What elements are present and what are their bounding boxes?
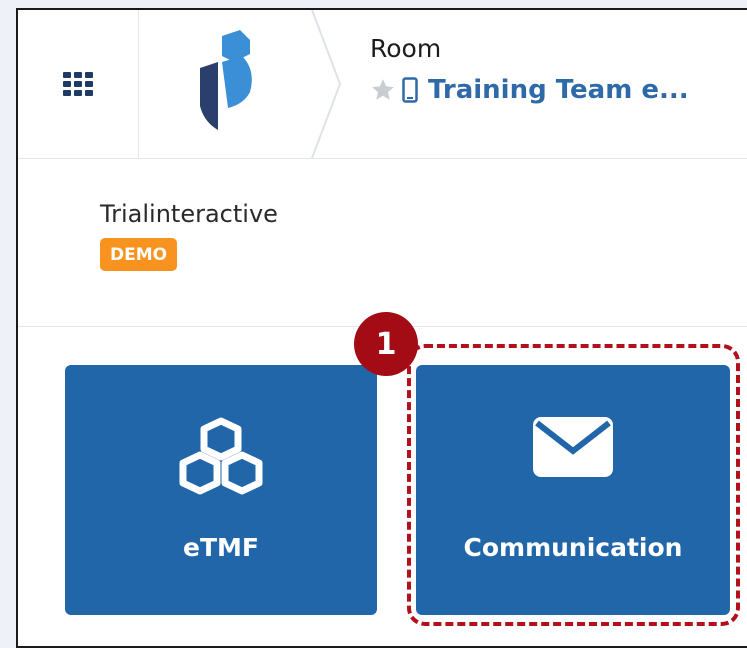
breadcrumb: Room Training Team e...: [370, 34, 689, 105]
trialinteractive-logo: [200, 30, 252, 130]
demo-badge: DEMO: [100, 238, 178, 271]
step-number-marker: 1: [354, 312, 418, 376]
apps-grid-icon: [63, 72, 93, 96]
top-header: Room Training Team e...: [18, 10, 747, 159]
apps-menu-button[interactable]: [18, 10, 139, 158]
breadcrumb-chevron-separator: [311, 10, 342, 158]
mobile-icon: [402, 77, 418, 103]
room-title-row: Training Team e...: [370, 75, 689, 105]
etmf-tile[interactable]: eTMF: [65, 365, 377, 615]
app-window: Room Training Team e... Trialinteractive…: [16, 8, 747, 648]
sponsor-block: Trialinteractive DEMO: [100, 200, 278, 271]
breadcrumb-room-label: Room: [370, 34, 442, 63]
home-logo-link[interactable]: [138, 10, 328, 158]
sponsor-name: Trialinteractive: [100, 200, 278, 228]
star-icon[interactable]: [370, 77, 396, 103]
communication-highlight-outline: [407, 344, 740, 626]
tile-icon-wrapper: [65, 417, 377, 495]
etmf-tile-label: eTMF: [183, 533, 259, 562]
room-name-link[interactable]: Training Team e...: [428, 75, 689, 105]
cubes-icon: [179, 417, 263, 495]
